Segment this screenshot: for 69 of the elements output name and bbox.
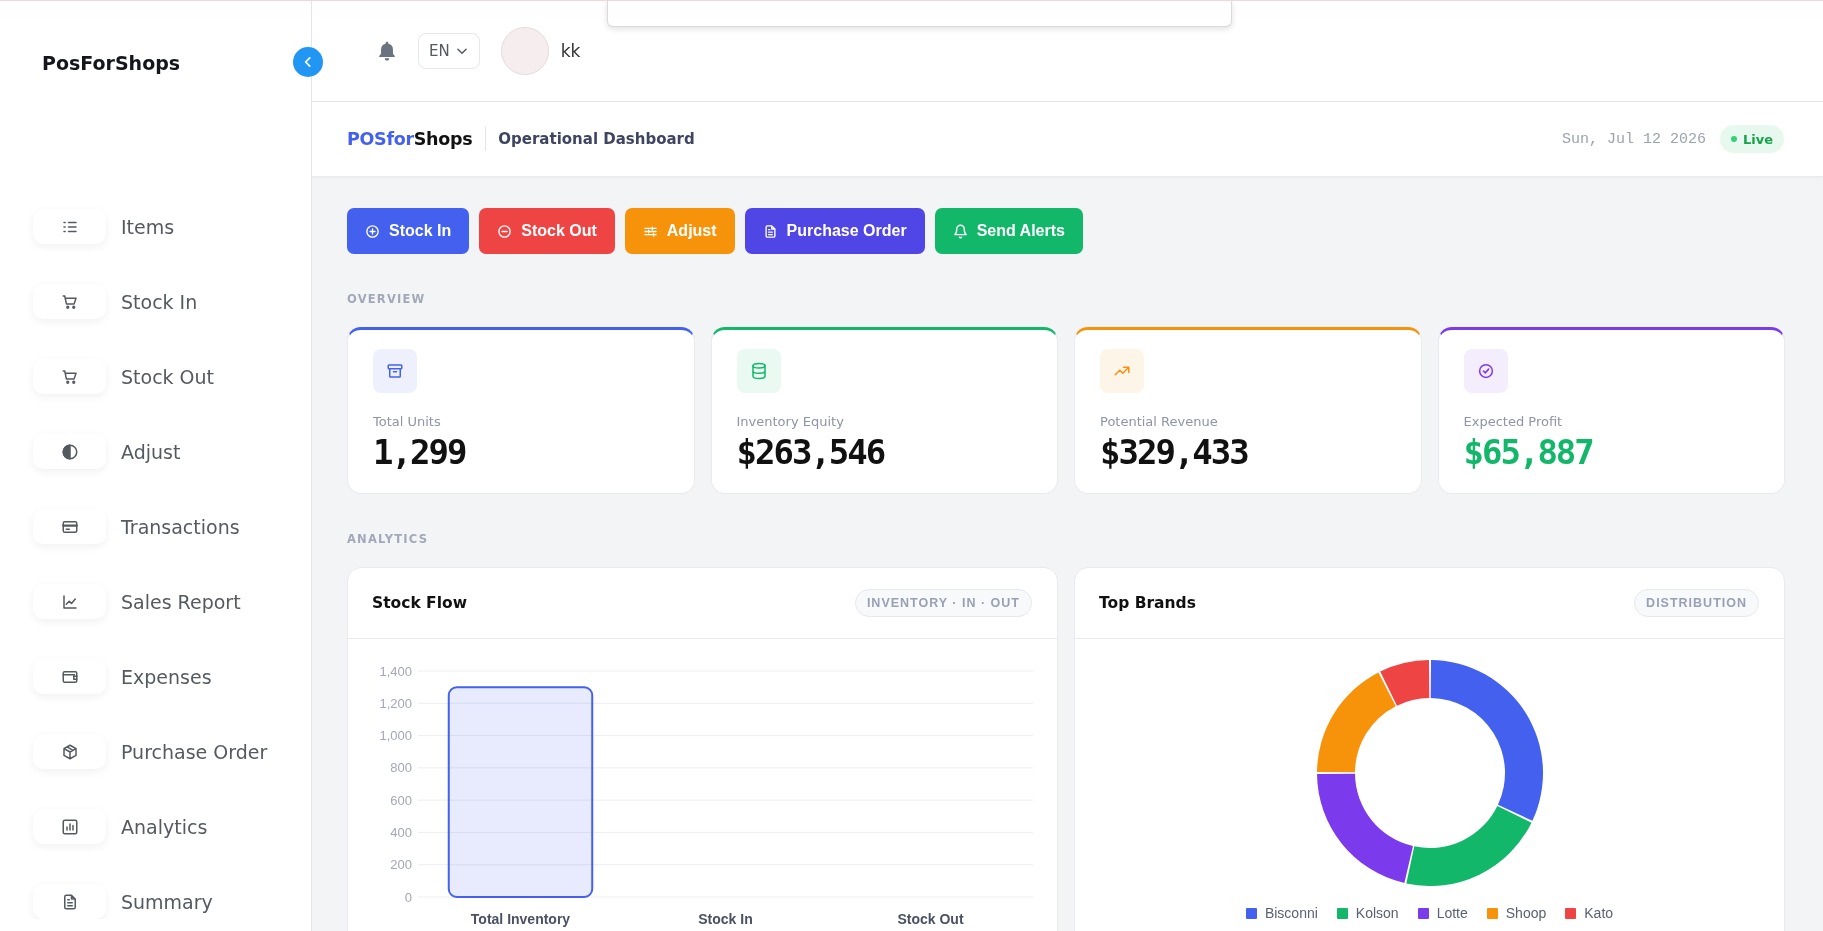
bar-chart-icon [33,809,106,844]
axis-tick-label: 1,400 [379,663,412,679]
plus-circle-icon [365,223,380,239]
cart-icon [33,284,106,319]
notification-bell-icon[interactable] [376,40,398,62]
stat-label: Expected Profit [1463,414,1564,430]
database-icon [736,349,781,393]
axis-tick-label: 200 [390,857,412,873]
app-title: PosForShops [42,51,181,76]
sidebar-item[interactable]: Sales Report [33,584,241,619]
legend-label: Kato [1584,905,1614,921]
section-heading: OVERVIEW [347,291,427,307]
stat-label: Potential Revenue [1100,414,1219,430]
archive-box-icon [373,349,417,393]
cart-icon [33,359,106,394]
axis-tick-label: 800 [390,760,412,776]
legend-label: Shoop [1505,905,1547,921]
axis-tick-label: 600 [390,792,412,808]
chart-tag: DISTRIBUTION [1634,589,1759,617]
wallet-icon [33,659,106,694]
axis-tick-label: 1,000 [379,728,412,744]
language-dropdown[interactable]: EN [418,33,480,69]
category-label: Stock Out [897,911,964,927]
document-icon [762,223,778,239]
page-title: Operational Dashboard [498,130,695,148]
sidebar-item[interactable]: Purchase Order [33,734,268,769]
sidebar-item[interactable]: Stock In [33,284,198,319]
collapse-sidebar-button[interactable] [293,47,323,77]
date-label: Sun, Jul 12 2026 [1561,130,1706,148]
sidebar-item[interactable]: Transactions [33,509,240,544]
action-button[interactable]: Stock In [347,208,470,254]
stat-value: $263,546 [736,433,886,471]
trending-up-icon [1100,349,1144,393]
legend-label: Kolson [1355,905,1399,921]
card-title: Stock Flow [372,594,467,612]
stat-value: $329,433 [1100,433,1249,471]
sidebar-item[interactable]: Adjust [33,434,181,469]
chart-tag: INVENTORY · IN · OUT [854,589,1032,617]
credit-card-icon [33,509,106,544]
action-button[interactable]: Stock Out [479,208,615,254]
stat-value: 1,299 [373,433,467,471]
brand-logo: POSforShops [347,129,473,149]
category-label: Stock In [698,911,753,927]
status-dot-icon [1730,136,1737,142]
sidebar-item[interactable]: Items [33,209,175,244]
action-button[interactable]: Purchase Order [744,208,925,254]
sidebar-item[interactable]: Analytics [33,809,208,844]
stat-value: $65,887 [1463,433,1594,471]
username[interactable]: kk [560,41,581,61]
list-icon [33,209,106,244]
card-title: Top Brands [1099,594,1196,612]
section-heading: ANALYTICS [347,531,430,547]
line-chart-icon [33,584,106,619]
sidebar-item[interactable]: Expenses [33,659,212,694]
legend-label: Lotte [1436,905,1468,921]
minus-circle-icon [497,223,513,239]
status-label: Live [1742,131,1773,147]
sliders-icon [642,223,658,239]
axis-tick-label: 400 [390,824,412,840]
cube-icon [33,734,106,769]
bell-icon [952,223,968,239]
axis-tick-label: 1,200 [379,695,412,711]
legend-label: Bisconni [1264,905,1318,921]
stat-label: Total Units [373,414,442,430]
category-label: Total Inventory [470,911,571,927]
sidebar-item[interactable]: Summary [33,884,213,919]
axis-tick-label: 0 [404,889,412,905]
sidebar-item[interactable]: Stock Out [33,359,215,394]
stat-label: Inventory Equity [736,414,845,430]
